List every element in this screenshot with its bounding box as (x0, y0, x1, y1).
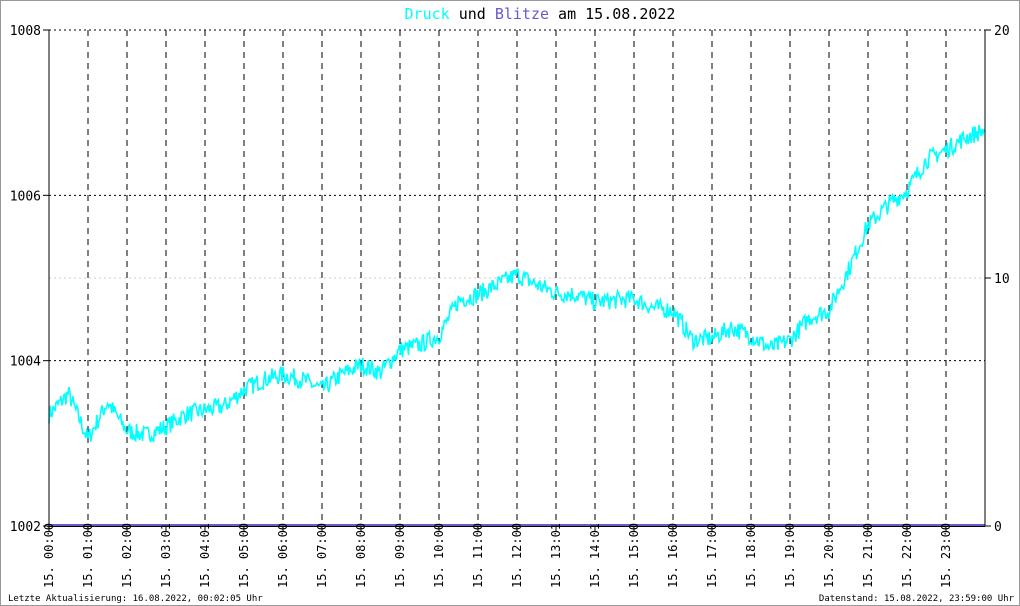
x-tick-label: 15. 19:00 (783, 523, 797, 588)
title-und: und (450, 5, 495, 23)
x-tick-label: 15. 05:00 (237, 523, 251, 588)
x-tick-label: 15. 11:00 (471, 523, 485, 588)
x-tick-label: 15. 03:01 (159, 523, 173, 588)
x-tick-label: 15. 04:01 (198, 523, 212, 588)
x-tick-label: 15. 21:00 (861, 523, 875, 588)
y-tick-label-right: 0 (994, 520, 1002, 535)
x-tick-label: 15. 01:00 (81, 523, 95, 588)
x-tick-label: 15. 18:00 (744, 523, 758, 588)
title-druck: Druck (405, 5, 450, 23)
x-tick-label: 15. 13:01 (549, 523, 563, 588)
x-tick-label: 15. 20:00 (822, 523, 836, 588)
x-tick-label: 15. 17:00 (705, 523, 719, 588)
pressure-lightning-chart: Druck und Blitze am 15.08.2022 1002 1004 1… (0, 0, 1020, 606)
x-tick-label: 15. 16:00 (666, 523, 680, 588)
x-tick-label: 15. 23:00 (939, 523, 953, 588)
footer-last-update: Letzte Aktualisierung: 16.08.2022, 00:02… (8, 594, 263, 604)
x-tick-label: 15. 06:00 (276, 523, 290, 588)
chart-title: Druck und Blitze am 15.08.2022 (405, 5, 676, 23)
x-tick-label: 15. 09:00 (393, 523, 407, 588)
x-tick-label: 15. 22:00 (900, 523, 914, 588)
title-date: am 15.08.2022 (549, 5, 675, 23)
x-tick-label: 15. 07:00 (315, 523, 329, 588)
x-tick-label: 15. 02:00 (120, 523, 134, 588)
x-tick-label: 15. 10:00 (432, 523, 446, 588)
x-tick-label: 15. 14:01 (588, 523, 602, 588)
x-tick-label: 15. 08:00 (354, 523, 368, 588)
title-blitze: Blitze (495, 5, 549, 23)
y-tick-label-left: 1004 (10, 355, 41, 370)
frame (0, 0, 1020, 606)
y-tick-label-left: 1006 (10, 189, 41, 204)
x-tick-label: 15. 15:00 (627, 523, 641, 588)
footer-data-status: Datenstand: 15.08.2022, 23:59:00 Uhr (819, 594, 1015, 604)
x-tick-label: 15. 00:00 (42, 523, 56, 588)
y-tick-label-right: 20 (994, 24, 1010, 39)
y-tick-label-right: 10 (994, 272, 1010, 287)
x-tick-label: 15. 12:00 (510, 523, 524, 588)
y-tick-label-left: 1008 (10, 24, 41, 39)
y-tick-label-left: 1002 (10, 520, 41, 535)
